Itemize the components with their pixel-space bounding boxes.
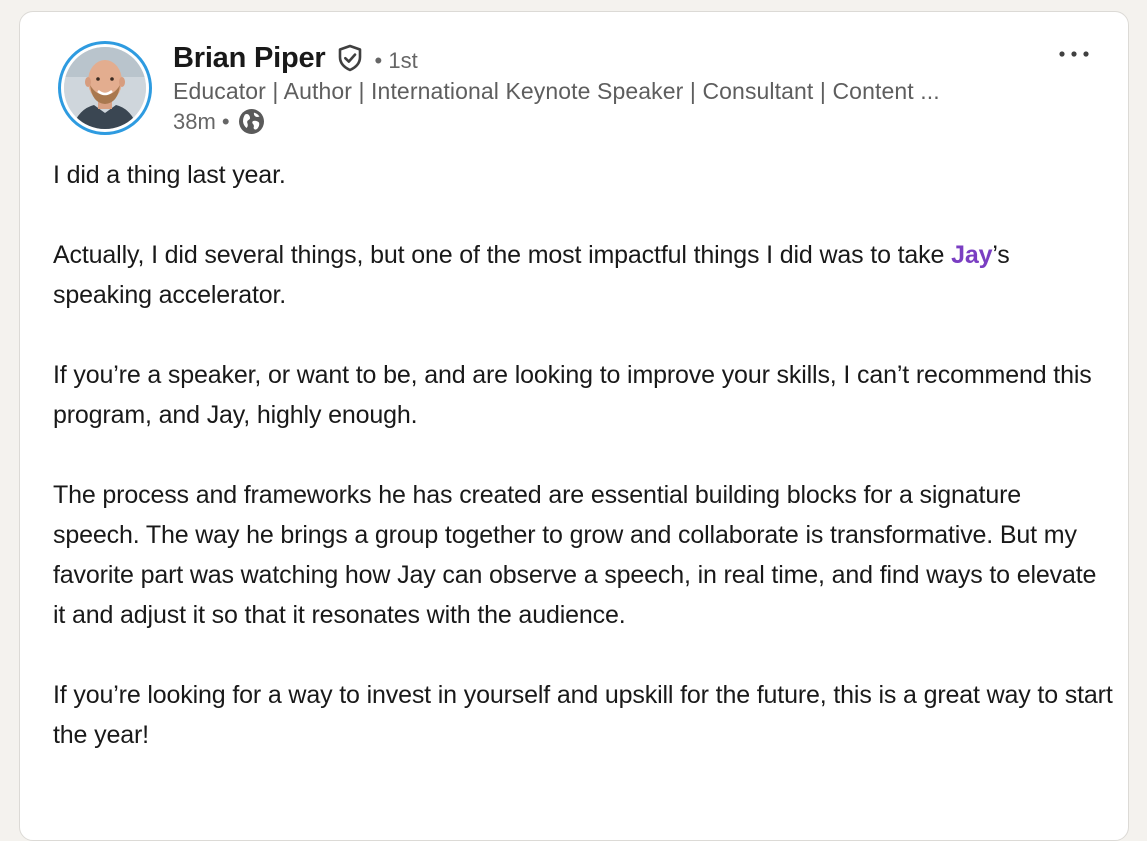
post-card: Brian Piper • 1st Educator | Author | In…: [19, 11, 1129, 841]
author-name[interactable]: Brian Piper: [173, 42, 326, 75]
author-headline: Educator | Author | International Keynot…: [173, 78, 940, 104]
post-meta: 38m •: [173, 108, 265, 135]
post-text: I did a thing last year. Actually, I did…: [53, 155, 1113, 795]
author-name-row: Brian Piper • 1st: [173, 39, 418, 77]
avatar-photo: [64, 47, 146, 129]
post-paragraph: If you’re looking for a way to invest in…: [53, 681, 1113, 749]
post-paragraph: If you’re a speaker, or want to be, and …: [53, 361, 1092, 429]
verified-shield-icon[interactable]: [335, 43, 365, 73]
mention-link-jay[interactable]: Jay: [951, 241, 992, 269]
more-options-button[interactable]: [1054, 40, 1094, 68]
globe-icon: [238, 108, 265, 135]
post-paragraph: Actually, I did several things, but one …: [53, 235, 1113, 315]
post-text-segment: Actually, I did several things, but one …: [53, 241, 952, 269]
post-paragraph: The process and frameworks he has create…: [53, 481, 1097, 629]
connection-degree: • 1st: [374, 47, 418, 73]
post-timestamp: 38m •: [173, 108, 230, 134]
post-paragraph: I did a thing last year.: [53, 161, 286, 189]
more-horizontal-icon: [1057, 50, 1091, 58]
author-avatar[interactable]: [58, 41, 152, 135]
